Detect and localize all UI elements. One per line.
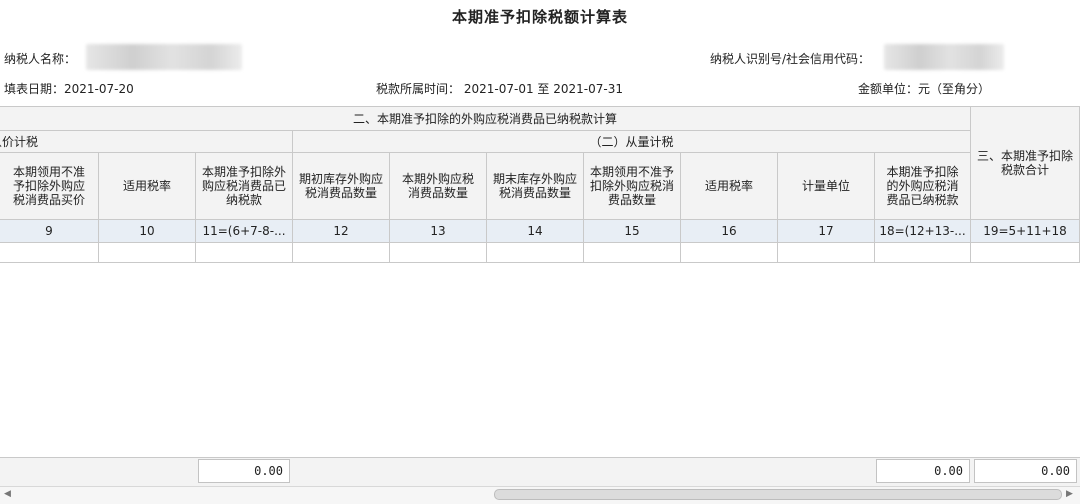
col-number-11: 11=(6+7-8-... <box>196 220 293 243</box>
col-number-9: 9 <box>0 220 99 243</box>
col-number-12: 12 <box>293 220 390 243</box>
total-deduction-header: 三、本期准予扣除税款合计 <box>971 107 1080 220</box>
col-header-15: 本期领用不准予扣除外购应税消费品数量 <box>584 153 681 220</box>
col-number-10: 10 <box>99 220 196 243</box>
data-cell-9[interactable] <box>0 243 99 263</box>
col-header-18: 本期准予扣除的外购应税消费品已纳税款 <box>875 153 971 220</box>
tax-period-end: 2021-07-31 <box>553 82 624 96</box>
data-cell-17[interactable] <box>778 243 875 263</box>
data-cell-13[interactable] <box>390 243 487 263</box>
col-number-16: 16 <box>681 220 778 243</box>
data-cell-16[interactable] <box>681 243 778 263</box>
scroll-left-arrow-icon[interactable]: ◀ <box>4 489 11 499</box>
col-header-9: 本期领用不准予扣除外购应税消费品买价 <box>0 153 99 220</box>
data-cell-12[interactable] <box>293 243 390 263</box>
data-cell-14[interactable] <box>487 243 584 263</box>
specific-duty-subheader: （二）从量计税 <box>293 131 971 153</box>
col-header-12: 期初库存外购应税消费品数量 <box>293 153 390 220</box>
scrollbar-thumb[interactable] <box>494 489 1062 500</box>
col-number-19: 19=5+11+18 <box>971 220 1080 243</box>
tax-period-start: 2021-07-01 <box>463 82 534 96</box>
col-header-17: 计量单位 <box>778 153 875 220</box>
col-number-17: 17 <box>778 220 875 243</box>
col-number-14: 14 <box>487 220 584 243</box>
tax-period: 税款所属时间： 2021-07-01 至 2021-07-31 <box>376 80 623 97</box>
ad-valorem-subheader: 从价计税 <box>0 131 293 153</box>
data-cell-18[interactable] <box>875 243 971 263</box>
fill-date: 填表日期：2021-07-20 <box>4 80 134 97</box>
data-cell-11[interactable] <box>196 243 293 263</box>
taxpayer-name-label: 纳税人名称： <box>4 52 77 66</box>
total-col-11: 0.00 <box>198 459 290 483</box>
col-header-14: 期末库存外购应税消费品数量 <box>487 153 584 220</box>
taxpayer-id-label: 纳税人识别号/社会信用代码： <box>710 52 871 66</box>
col-number-18: 18=(12+13-... <box>875 220 971 243</box>
col-header-13: 本期外购应税消费品数量 <box>390 153 487 220</box>
col-number-15: 15 <box>584 220 681 243</box>
total-col-18: 0.00 <box>876 459 970 483</box>
total-col-19: 0.00 <box>974 459 1077 483</box>
page-title: 本期准予扣除税额计算表 <box>451 8 628 26</box>
taxpayer-id-redacted <box>884 44 1004 70</box>
amount-unit-label: 金额单位：元（至角分） <box>858 82 991 96</box>
tax-period-label: 税款所属时间： <box>376 82 461 96</box>
taxpayer-name-redacted <box>86 44 242 70</box>
col-header-10: 适用税率 <box>99 153 196 220</box>
col-header-16: 适用税率 <box>681 153 778 220</box>
fill-date-label: 填表日期： <box>4 82 65 96</box>
data-cell-19[interactable] <box>971 243 1080 263</box>
col-header-11: 本期准予扣除外购应税消费品已纳税款 <box>196 153 293 220</box>
tax-period-to: 至 <box>537 82 550 96</box>
col-number-13: 13 <box>390 220 487 243</box>
group-header: 二、本期准予扣除的外购应税消费品已纳税款计算 <box>0 107 971 131</box>
fill-date-value: 2021-07-20 <box>64 82 134 96</box>
deduction-table: 二、本期准予扣除的外购应税消费品已纳税款计算 三、本期准予扣除税款合计 从价计税… <box>0 106 1080 487</box>
scroll-right-arrow-icon[interactable]: ▶ <box>1066 489 1073 499</box>
data-cell-10[interactable] <box>99 243 196 263</box>
data-cell-15[interactable] <box>584 243 681 263</box>
ad-valorem-subheader-text: 从价计税 <box>0 134 39 149</box>
